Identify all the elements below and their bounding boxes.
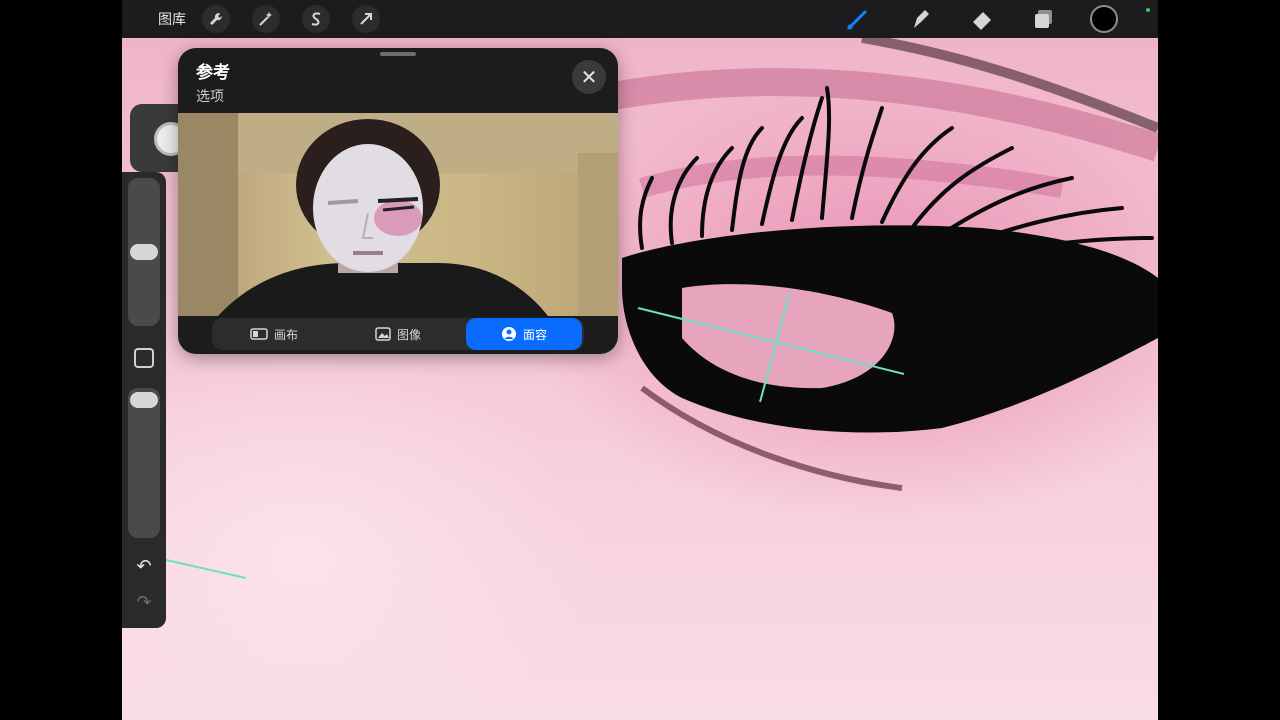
selection-s-icon (311, 12, 321, 26)
panel-title: 参考 (196, 63, 230, 83)
close-icon: ✕ (580, 65, 598, 89)
canvas-icon (250, 328, 268, 340)
wrench-icon (210, 12, 223, 25)
camera-indicator (1146, 8, 1150, 12)
modify-button[interactable] (134, 348, 154, 368)
tab-canvas[interactable]: 画布 (212, 318, 336, 350)
brush-size-thumb[interactable] (130, 244, 158, 260)
smudge-icon (914, 10, 929, 28)
transform-button[interactable] (352, 5, 380, 33)
opacity-thumb[interactable] (130, 392, 158, 408)
adjustments-button[interactable] (252, 5, 280, 33)
sidebar: ↶ ↷ (122, 172, 166, 628)
face-camera-feed (178, 113, 618, 316)
tab-image[interactable]: 图像 (336, 318, 460, 350)
gallery-button[interactable]: 图库 (158, 9, 186, 29)
close-button[interactable]: ✕ (572, 60, 606, 94)
actions-button[interactable] (202, 5, 230, 33)
tab-canvas-label: 画布 (273, 327, 298, 342)
tab-face[interactable]: 面容 (466, 318, 582, 350)
face-icon (501, 326, 517, 342)
brush-tool[interactable] (838, 0, 878, 38)
selection-button[interactable] (302, 5, 330, 33)
eraser-tool[interactable] (962, 0, 1002, 38)
opacity-slider[interactable] (128, 388, 160, 538)
redo-button[interactable]: ↷ (133, 592, 155, 614)
reference-mode-segmented: 画布 图像 面容 (212, 318, 584, 350)
undo-button[interactable]: ↶ (133, 556, 155, 578)
camera-feed-image (178, 113, 618, 316)
brush-size-slider[interactable] (128, 178, 160, 326)
smudge-tool[interactable] (900, 0, 940, 38)
tab-face-label: 面容 (522, 327, 547, 342)
layers-icon (1035, 10, 1052, 28)
eraser-icon (973, 12, 991, 30)
procreate-screen: 图库 ↶ ↷ 参考 选项 ✕ 画布 图像 面容 (122, 0, 1158, 720)
tab-image-label: 图像 (396, 327, 421, 342)
panel-grabber[interactable] (380, 52, 416, 56)
image-icon (375, 327, 391, 341)
layers-tool[interactable] (1024, 0, 1064, 38)
magic-wand-icon (259, 12, 272, 26)
brush-icon (847, 10, 867, 30)
options-button[interactable]: 选项 (196, 86, 224, 106)
top-toolbar: 图库 (122, 0, 1158, 38)
color-swatch[interactable] (1090, 5, 1118, 33)
right-tools (816, 0, 1158, 38)
reference-panel: 参考 选项 ✕ 画布 图像 面容 (178, 48, 618, 354)
arrow-cursor-icon (360, 13, 372, 25)
